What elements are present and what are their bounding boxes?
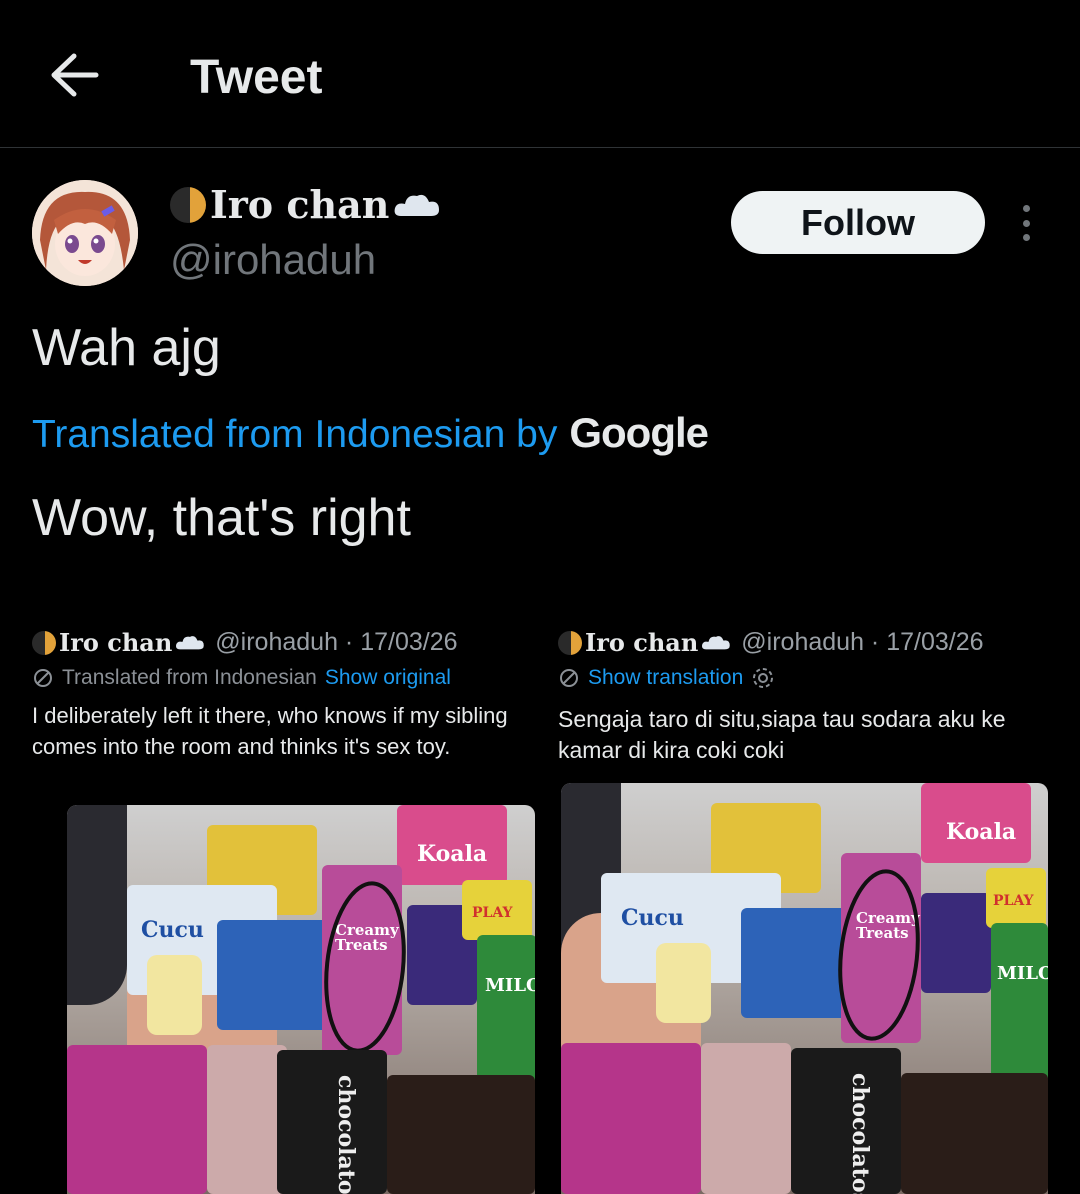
quoted-text: Sengaja taro di situ,siapa tau sodara ak… xyxy=(558,706,1006,763)
back-arrow-icon[interactable] xyxy=(46,50,102,100)
quoted-header: Iro chan @irohaduh · 17/03/26 xyxy=(32,628,458,657)
quoted-author-name: Iro chan xyxy=(558,628,731,657)
moon-emoji-icon xyxy=(32,630,56,655)
quoted-translation-row: Translated from Indonesian Show original xyxy=(32,666,451,690)
translated-from-label[interactable]: Translated from Indonesian by xyxy=(32,413,557,457)
tweet-text: Wah ajg xyxy=(32,319,221,377)
author-handle[interactable]: @irohaduh xyxy=(170,236,376,284)
more-options-icon[interactable] xyxy=(1012,200,1040,246)
tweet-translation: Wow, that's right xyxy=(32,489,411,547)
cloud-emoji-icon xyxy=(394,194,440,216)
author-display-name[interactable]: Iro chan xyxy=(170,182,441,227)
translation-attribution[interactable]: Translated from Indonesian by Google xyxy=(32,409,709,457)
moon-emoji-icon xyxy=(170,186,206,223)
quoted-meta: @irohaduh · 17/03/26 xyxy=(741,628,984,656)
quoted-translation-row: Show translation xyxy=(558,666,775,690)
tweet-image[interactable]: Iro chan @irohaduh · 17/03/26 Translated… xyxy=(0,600,1080,1194)
avatar[interactable] xyxy=(32,180,138,286)
image-panel-translated: Iro chan @irohaduh · 17/03/26 Translated… xyxy=(32,600,542,1194)
top-bar: Tweet xyxy=(0,0,1080,148)
quoted-meta: @irohaduh · 17/03/26 xyxy=(215,628,458,656)
quoted-text: I deliberately left it there, who knows … xyxy=(32,703,508,759)
translate-icon xyxy=(34,669,52,687)
settings-gear-icon xyxy=(753,668,774,688)
snack-photo: Koala Cucu Creamy Treats PLAY MILO choco… xyxy=(561,783,1048,1194)
follow-button[interactable]: Follow xyxy=(731,191,985,254)
quoted-author-name: Iro chan xyxy=(32,628,205,657)
quoted-header: Iro chan @irohaduh · 17/03/26 xyxy=(558,628,984,657)
cloud-emoji-icon xyxy=(176,636,205,650)
snack-photo: Koala Cucu Creamy Treats PLAY MILO choco… xyxy=(67,805,535,1194)
google-logo: Google xyxy=(569,409,709,456)
image-panel-original: Iro chan @irohaduh · 17/03/26 Show trans… xyxy=(558,600,1058,1194)
translated-note: Translated from Indonesian xyxy=(62,666,317,689)
translate-icon xyxy=(560,669,578,687)
show-original-link: Show original xyxy=(324,666,451,689)
author-name-text: Iro chan xyxy=(210,182,390,227)
show-translation-link: Show translation xyxy=(588,666,744,689)
page-title: Tweet xyxy=(190,51,323,104)
cloud-emoji-icon xyxy=(702,636,731,650)
moon-emoji-icon xyxy=(558,630,582,655)
